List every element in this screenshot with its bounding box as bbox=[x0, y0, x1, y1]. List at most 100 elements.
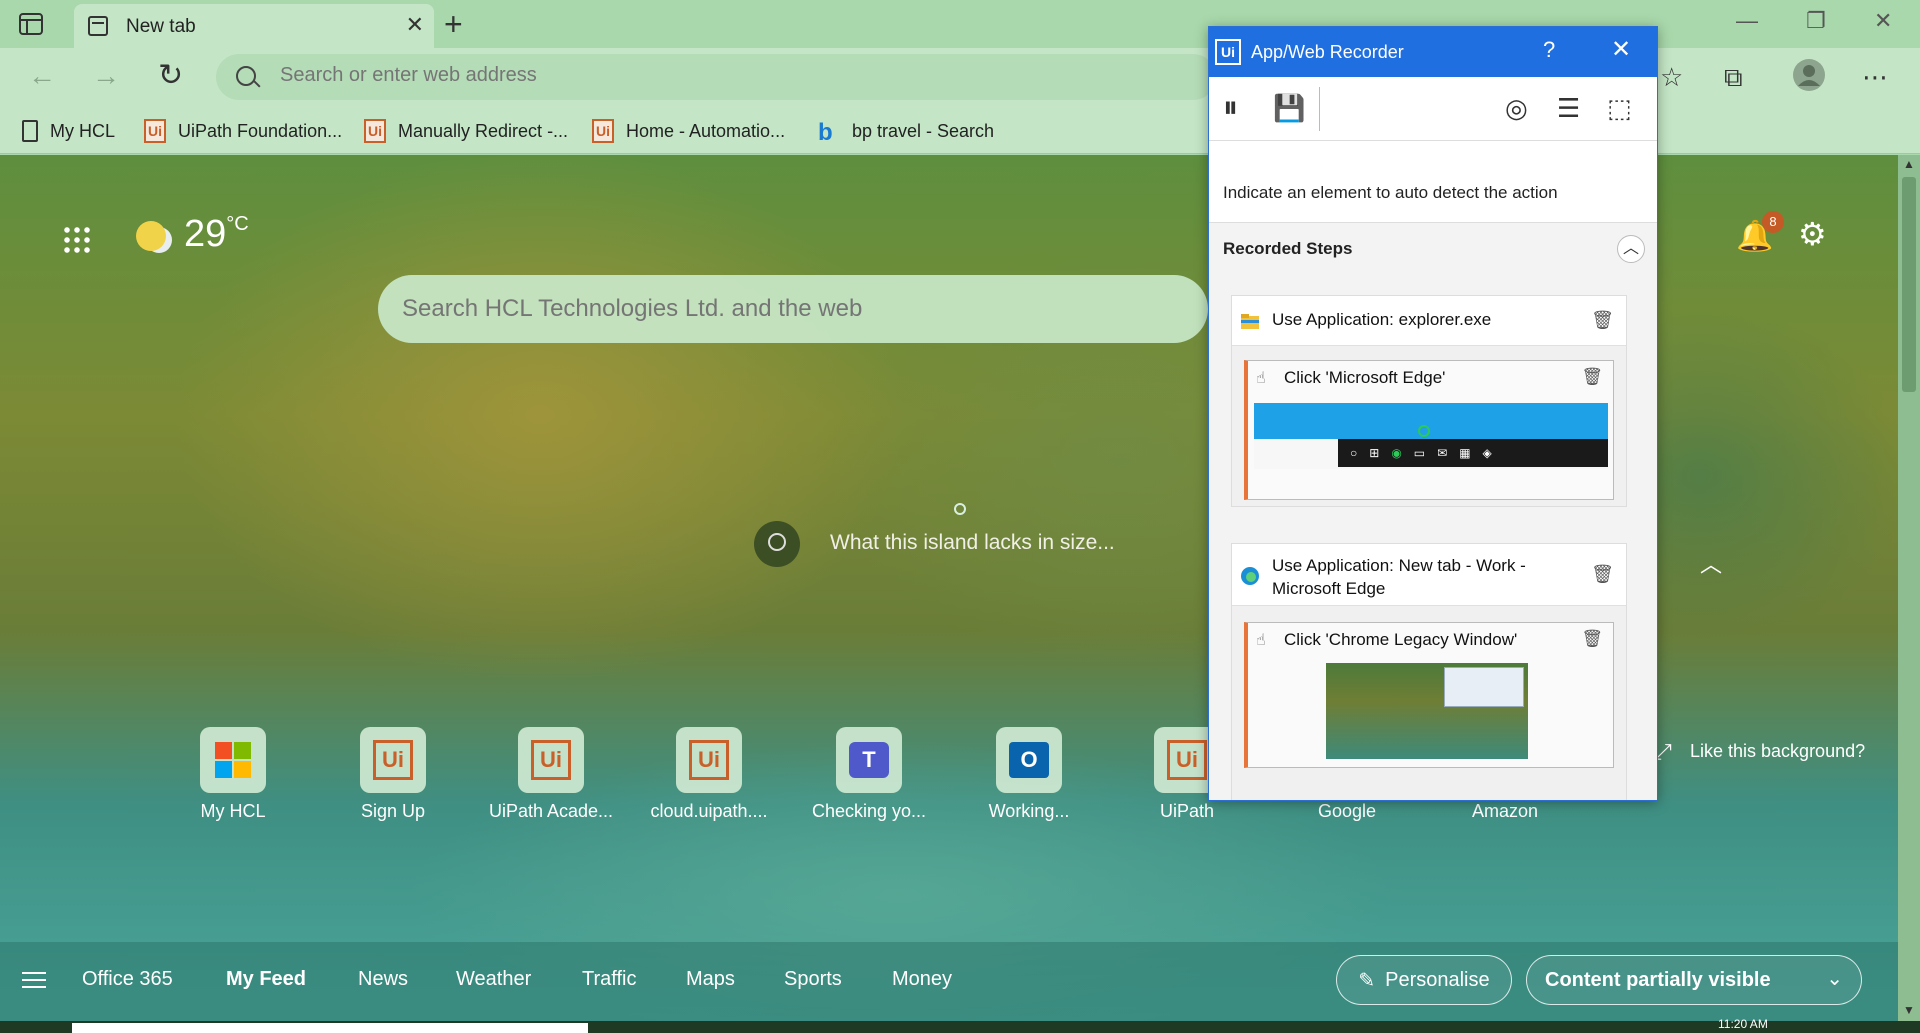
personalise-button[interactable]: ✎ Personalise bbox=[1336, 955, 1512, 1005]
step-title: Click 'Microsoft Edge' bbox=[1284, 368, 1446, 387]
minimize-icon[interactable]: — bbox=[1736, 8, 1758, 34]
personalise-label: Personalise bbox=[1385, 968, 1490, 991]
chevron-up-icon[interactable]: ︿ bbox=[1700, 547, 1722, 579]
feed-tab-weather[interactable]: Weather bbox=[456, 968, 531, 991]
address-bar[interactable] bbox=[216, 54, 1216, 100]
recorder-title: App/Web Recorder bbox=[1251, 42, 1404, 62]
quick-link-cloud-uipath[interactable]: Ui cloud.uipath.... bbox=[644, 727, 774, 822]
tile-label: Amazon bbox=[1471, 801, 1539, 821]
uipath-icon: Ui bbox=[364, 119, 386, 143]
uipath-icon: Ui bbox=[592, 119, 614, 143]
uipath-icon: Ui bbox=[144, 119, 166, 143]
tile-label: Google bbox=[1317, 801, 1377, 821]
checklist-icon[interactable]: ☰ bbox=[1557, 93, 1580, 124]
page-icon bbox=[22, 120, 38, 142]
background-caption[interactable]: What this island lacks in size... bbox=[830, 531, 1115, 555]
tab-new-tab[interactable]: New tab ✕ bbox=[74, 4, 434, 48]
uipath-icon: Ui bbox=[689, 740, 729, 780]
delete-icon[interactable]: 🗑 bbox=[1591, 310, 1614, 331]
page-settings-icon[interactable]: ⚙ bbox=[1798, 215, 1827, 253]
favorite-my-hcl[interactable]: My HCL bbox=[22, 116, 115, 146]
tile-label: Working... bbox=[988, 801, 1070, 821]
feed-nav: Office 365 My Feed News Weather Traffic … bbox=[0, 942, 1898, 1021]
profile-avatar[interactable] bbox=[1792, 58, 1826, 99]
feed-tab-traffic[interactable]: Traffic bbox=[582, 968, 636, 991]
feed-tab-sports[interactable]: Sports bbox=[784, 968, 842, 991]
scroll-up-icon[interactable]: ▲ bbox=[1903, 157, 1915, 171]
chevron-down-icon: ⌄ bbox=[1826, 968, 1843, 990]
quick-link-uipath-academy[interactable]: Ui UiPath Acade... bbox=[486, 727, 616, 822]
hamburger-menu-icon[interactable] bbox=[22, 972, 46, 988]
step-screenshot bbox=[1326, 663, 1528, 759]
image-hotspot[interactable] bbox=[954, 503, 966, 515]
temperature-unit: °C bbox=[226, 213, 249, 235]
quick-link-my-hcl[interactable]: My HCL bbox=[168, 727, 298, 822]
microsoft-icon bbox=[215, 742, 251, 778]
recorder-titlebar: Ui App/Web Recorder ? ✕ bbox=[1209, 27, 1657, 77]
uipath-icon: Ui bbox=[373, 740, 413, 780]
taskbar-search[interactable] bbox=[72, 1023, 588, 1033]
favorite-label: Manually Redirect -... bbox=[398, 120, 569, 141]
feed-tab-money[interactable]: Money bbox=[892, 968, 952, 991]
quick-link-sign-up[interactable]: Ui Sign Up bbox=[328, 727, 458, 822]
help-icon[interactable]: ? bbox=[1543, 37, 1555, 63]
use-application-card[interactable]: Use Application: explorer.exe 🗑 ☝ Click … bbox=[1231, 295, 1627, 507]
uipath-logo-icon: Ui bbox=[1215, 39, 1241, 65]
more-options-icon[interactable]: ⋯ bbox=[1862, 62, 1888, 93]
app-launcher-icon[interactable] bbox=[62, 225, 92, 255]
favorite-label: bp travel - Search bbox=[852, 120, 995, 141]
delete-icon[interactable]: 🗑 bbox=[1581, 367, 1603, 387]
scroll-down-icon[interactable]: ▼ bbox=[1903, 1003, 1915, 1017]
weather-icon[interactable] bbox=[136, 221, 166, 251]
toolbar-divider bbox=[1319, 87, 1320, 131]
favorites-icon[interactable]: ☆ bbox=[1660, 62, 1683, 93]
delete-icon[interactable]: 🗑 bbox=[1591, 564, 1614, 585]
uipath-icon: Ui bbox=[531, 740, 571, 780]
target-settings-icon[interactable]: ◎ bbox=[1505, 93, 1528, 124]
pause-icon[interactable]: ⏸ bbox=[1223, 91, 1238, 125]
tile-label: Checking yo... bbox=[811, 801, 927, 821]
content-visibility-dropdown[interactable]: Content partially visible ⌄ bbox=[1526, 955, 1862, 1005]
click-step-card[interactable]: ☝ Click 'Chrome Legacy Window' 🗑 bbox=[1244, 622, 1614, 768]
visibility-label: Content partially visible bbox=[1545, 969, 1771, 991]
close-icon[interactable]: ✕ bbox=[1611, 35, 1631, 64]
feed-tab-news[interactable]: News bbox=[358, 968, 408, 991]
collections-icon[interactable]: ⧉ bbox=[1724, 62, 1743, 94]
temperature[interactable]: 29°C bbox=[184, 213, 249, 256]
screen-selection-icon[interactable]: ⬚ bbox=[1607, 93, 1632, 124]
use-application-card[interactable]: Use Application: New tab - Work - Micros… bbox=[1231, 543, 1627, 800]
restore-icon[interactable]: ❐ bbox=[1806, 8, 1826, 34]
save-icon[interactable]: 💾 bbox=[1273, 93, 1305, 124]
outlook-icon: O bbox=[1009, 742, 1049, 778]
favorite-manually-redirect[interactable]: Ui Manually Redirect -... bbox=[364, 116, 568, 146]
click-step-card[interactable]: ☝ Click 'Microsoft Edge' 🗑 ○ ⊞ ◉ ▭ ✉ ▦ ◈ bbox=[1244, 360, 1614, 500]
feed-tab-office-365[interactable]: Office 365 bbox=[82, 968, 173, 991]
scroll-thumb[interactable] bbox=[1902, 177, 1916, 392]
new-tab-button[interactable]: + bbox=[444, 6, 463, 43]
recorder-instruction: Indicate an element to auto detect the a… bbox=[1209, 141, 1657, 223]
favorite-bp-travel[interactable]: b bp travel - Search bbox=[818, 116, 994, 146]
forward-button[interactable]: → bbox=[92, 60, 120, 92]
web-search-input[interactable] bbox=[402, 295, 1162, 323]
feed-tab-my-feed[interactable]: My Feed bbox=[226, 968, 306, 991]
tab-actions-icon[interactable] bbox=[18, 12, 46, 36]
feed-tab-maps[interactable]: Maps bbox=[686, 968, 735, 991]
delete-icon[interactable]: 🗑 bbox=[1581, 629, 1603, 649]
quick-link-teams[interactable]: T Checking yo... bbox=[804, 727, 934, 822]
teams-icon: T bbox=[849, 742, 889, 778]
close-tab-icon[interactable]: ✕ bbox=[406, 12, 424, 38]
notification-badge: 8 bbox=[1762, 211, 1784, 233]
refresh-button[interactable]: ↻ bbox=[158, 58, 183, 93]
app-card-title: Use Application: explorer.exe bbox=[1272, 310, 1492, 329]
scrollbar[interactable]: ▲ ▼ bbox=[1898, 155, 1920, 1021]
web-search-box[interactable] bbox=[378, 275, 1208, 343]
address-input[interactable] bbox=[280, 64, 980, 87]
collapse-chevron-icon[interactable]: ︿ bbox=[1617, 235, 1645, 263]
favorite-uipath-foundation[interactable]: Ui UiPath Foundation... bbox=[144, 116, 342, 146]
quick-link-outlook[interactable]: O Working... bbox=[964, 727, 1094, 822]
like-background-link[interactable]: Like this background? bbox=[1690, 741, 1865, 762]
back-button[interactable]: ← bbox=[28, 60, 56, 92]
window-close-icon[interactable]: ✕ bbox=[1874, 8, 1892, 34]
image-search-icon[interactable] bbox=[754, 521, 800, 567]
favorite-home-automation[interactable]: Ui Home - Automatio... bbox=[592, 116, 785, 146]
